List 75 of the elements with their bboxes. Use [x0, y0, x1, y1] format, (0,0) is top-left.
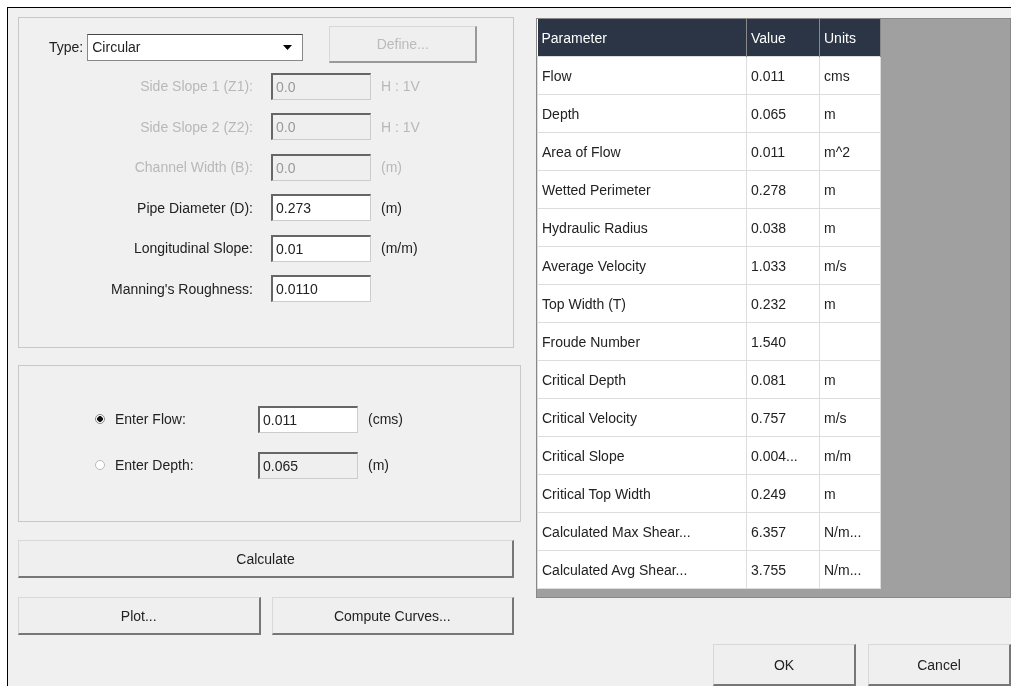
table-cell: 1.033	[746, 246, 820, 285]
field-label: Side Slope 2 (Z2):	[139, 118, 254, 135]
table-cell: Hydraulic Radius	[537, 208, 747, 247]
table-cell: m/m	[819, 436, 881, 475]
table-cell: Critical Depth	[537, 360, 747, 399]
table-cell: m/s	[819, 246, 881, 285]
caret-icon	[283, 44, 293, 50]
table-cell: 0.011	[746, 56, 820, 95]
table-cell: Calculated Max Shear...	[537, 512, 747, 551]
table-cell: Critical Top Width	[537, 474, 747, 513]
table-cell: Area of Flow	[537, 132, 747, 171]
radio-label: Enter Depth:	[115, 457, 195, 473]
radio-label: Enter Flow:	[115, 411, 187, 427]
type-dropdown[interactable]: Circular	[87, 33, 304, 61]
calculate-button[interactable]: Calculate	[18, 540, 514, 578]
field-label: Channel Width (B):	[133, 159, 254, 176]
table-cell	[819, 322, 881, 361]
dialog-button[interactable]: Cancel	[868, 644, 1011, 686]
table-cell: 0.038	[746, 208, 820, 247]
table-cell: m	[819, 474, 881, 513]
unit-label: H : 1V	[381, 118, 420, 135]
unit-label: (m/m)	[381, 240, 418, 257]
table-cell: Top Width (T)	[537, 284, 747, 323]
plot-button[interactable]: Plot...	[18, 597, 261, 635]
unit-label: (m)	[381, 199, 402, 216]
compute-curves-button[interactable]: Compute Curves...	[271, 597, 514, 635]
unit-label: (m)	[381, 159, 402, 176]
field-label: Side Slope 1 (Z1):	[139, 78, 254, 95]
table-cell: Calculated Avg Shear...	[537, 550, 747, 589]
table-cell: 3.755	[746, 550, 820, 589]
column-header[interactable]: Value	[746, 19, 820, 57]
table-cell: 6.357	[746, 512, 820, 551]
table-cell: Depth	[537, 94, 747, 133]
table-cell: m/s	[819, 398, 881, 437]
input-field[interactable]: 0.065	[258, 451, 358, 479]
table-cell: N/m...	[819, 550, 881, 589]
table-cell: Froude Number	[537, 322, 747, 361]
table-cell: cms	[819, 56, 881, 95]
table-cell: 1.540	[746, 322, 820, 361]
input-field[interactable]: 0.0110	[271, 275, 371, 303]
table-cell: 0.249	[746, 474, 820, 513]
unit-label: (cms)	[368, 411, 403, 427]
table-cell: 0.004...	[746, 436, 820, 475]
input-field[interactable]: 0.01	[271, 234, 371, 262]
input-field[interactable]: 0.011	[258, 405, 358, 433]
field-label: Pipe Diameter (D):	[136, 199, 254, 216]
type-label: Type:	[49, 39, 84, 55]
radio-button[interactable]	[95, 414, 105, 424]
table-cell: 0.232	[746, 284, 820, 323]
unit-label: H : 1V	[381, 78, 420, 95]
radio-button[interactable]	[95, 460, 105, 470]
table-cell: Average Velocity	[537, 246, 747, 285]
table-cell: 0.081	[746, 360, 820, 399]
column-header[interactable]: Parameter	[537, 19, 747, 57]
dialog-button[interactable]: OK	[713, 644, 856, 686]
field-label: Manning's Roughness:	[110, 280, 254, 297]
table-cell: m	[819, 170, 881, 209]
field-label: Longitudinal Slope:	[132, 240, 254, 257]
table-cell: m	[819, 360, 881, 399]
table-cell: 0.011	[746, 132, 820, 171]
table-cell: m	[819, 208, 881, 247]
table-cell: 0.278	[746, 170, 820, 209]
table-cell: Critical Velocity	[537, 398, 747, 437]
table-cell: m	[819, 94, 881, 133]
table-cell: Flow	[537, 56, 747, 95]
table-cell: Critical Slope	[537, 436, 747, 475]
column-header[interactable]: Units	[819, 19, 881, 57]
table-cell: m	[819, 284, 881, 323]
table-cell: m^2	[819, 132, 881, 171]
table-cell: 0.065	[746, 94, 820, 133]
unit-label: (m)	[368, 457, 389, 473]
input-field[interactable]: 0.273	[271, 194, 371, 222]
table-cell: Wetted Perimeter	[537, 170, 747, 209]
table-cell: N/m...	[819, 512, 881, 551]
table-cell: 0.757	[746, 398, 820, 437]
